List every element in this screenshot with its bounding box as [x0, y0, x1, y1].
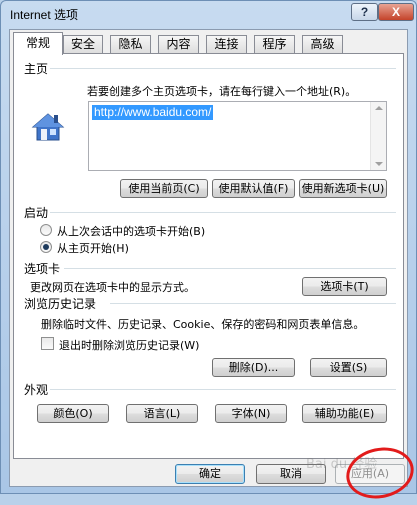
home-url-value: http://www.baidu.com/ [92, 105, 214, 120]
window-title: Internet 选项 [10, 8, 79, 22]
history-group-label: 浏览历史记录 [24, 297, 97, 311]
colors-button[interactable]: 颜色(O) [37, 404, 109, 423]
tab-security[interactable]: 安全 [63, 35, 103, 54]
home-group-label: 主页 [24, 62, 49, 76]
history-settings-button[interactable]: 设置(S) [310, 358, 387, 377]
tab-general[interactable]: 常规 [13, 32, 63, 55]
delete-on-exit-label[interactable]: 退出时删除浏览历史记录(W) [59, 337, 199, 353]
tabs-description: 更改网页在选项卡中的显示方式。 [30, 281, 195, 294]
use-new-tab-button[interactable]: 使用新选项卡(U) [299, 179, 387, 198]
home-instruction: 若要创建多个主页选项卡，请在每行键入一个地址(R)。 [87, 85, 357, 98]
accessibility-button[interactable]: 辅助功能(E) [302, 404, 387, 423]
appearance-group-label: 外观 [24, 383, 49, 397]
scroll-up-icon[interactable] [375, 106, 383, 110]
appearance-group-divider [50, 389, 396, 390]
home-url-textarea[interactable]: http://www.baidu.com/ [88, 101, 387, 171]
textarea-scrollbar[interactable] [370, 102, 386, 170]
startup-group-label: 启动 [24, 206, 49, 220]
dialog-client-area: 常规 安全 隐私 内容 连接 程序 高级 主页 若要创建多个主页选项卡，请在每行… [9, 29, 408, 487]
startup-last-session-label[interactable]: 从上次会话中的选项卡开始(B) [57, 223, 205, 239]
tab-content[interactable]: 内容 [158, 35, 199, 54]
tabs-group-label: 选项卡 [24, 262, 61, 276]
delete-history-button[interactable]: 删除(D)... [212, 358, 295, 377]
title-bar[interactable]: Internet 选项 ? X [1, 1, 416, 27]
tab-advanced[interactable]: 高级 [302, 35, 343, 54]
history-group-divider [110, 303, 396, 304]
scroll-down-icon[interactable] [375, 162, 383, 166]
close-button[interactable]: X [378, 3, 414, 21]
startup-group-divider [50, 212, 396, 213]
startup-home-radio[interactable] [40, 241, 52, 253]
general-tab-panel: 主页 若要创建多个主页选项卡，请在每行键入一个地址(R)。 http://www… [13, 53, 404, 459]
tabs-group-divider [64, 268, 396, 269]
tab-privacy[interactable]: 隐私 [110, 35, 151, 54]
internet-options-window: Internet 选项 ? X 常规 安全 隐私 内容 连接 程序 高级 主页 [0, 0, 417, 505]
help-button[interactable]: ? [351, 3, 378, 21]
use-current-button[interactable]: 使用当前页(C) [120, 179, 208, 198]
tabs-settings-button[interactable]: 选项卡(T) [302, 277, 387, 296]
home-group-divider [50, 68, 396, 69]
home-icon [31, 113, 65, 141]
use-default-button[interactable]: 使用默认值(F) [212, 179, 295, 198]
startup-home-label[interactable]: 从主页开始(H) [57, 240, 129, 256]
languages-button[interactable]: 语言(L) [126, 404, 198, 423]
delete-on-exit-checkbox[interactable] [41, 337, 54, 350]
history-description: 删除临时文件、历史记录、Cookie、保存的密码和网页表单信息。 [41, 318, 365, 331]
tab-connections[interactable]: 连接 [206, 35, 247, 54]
startup-last-session-radio[interactable] [40, 224, 52, 236]
tab-programs[interactable]: 程序 [254, 35, 295, 54]
ok-button[interactable]: 确定 [175, 464, 245, 484]
fonts-button[interactable]: 字体(N) [215, 404, 287, 423]
